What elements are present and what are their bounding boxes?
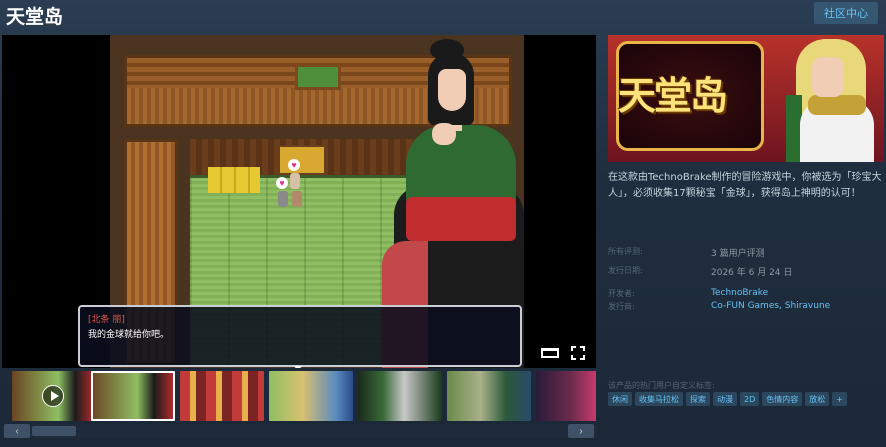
tag-collectathon[interactable]: 收集马拉松 [635, 392, 683, 406]
thumbnail[interactable] [358, 371, 442, 421]
capsule-image: 天堂岛 [608, 35, 884, 162]
scroll-thumb[interactable] [32, 426, 76, 436]
tag-casual[interactable]: 休闲 [608, 392, 632, 406]
dialog-text: 我的金球就给你吧。 [88, 330, 170, 340]
dialog-speaker: [北条 丽] [88, 315, 125, 325]
reviews-label: 所有评测: [608, 247, 643, 256]
developer-link[interactable]: TechnoBrake [711, 288, 768, 298]
main-screenshot[interactable]: ♥ ♥ [北条 丽] 我的金球就给你吧。 [2, 35, 596, 368]
community-hub-button[interactable]: 社区中心 [814, 2, 878, 24]
publisher-label: 发行商: [608, 302, 635, 311]
thumbnail-video[interactable] [12, 371, 96, 421]
thumbnail[interactable] [536, 371, 596, 421]
scroll-left-button[interactable]: ‹ [4, 424, 30, 438]
npc-sprite [290, 173, 300, 189]
publisher-link-1[interactable]: Co-FUN Games [711, 301, 779, 311]
tag-relaxing[interactable]: 放松 [805, 392, 830, 406]
scene-window [295, 64, 341, 90]
scene-alcove [278, 145, 326, 175]
heart-icon: ♥ [276, 177, 288, 189]
release-value: 2026 年 6 月 24 日 [711, 268, 793, 278]
capsule-character [786, 35, 884, 162]
npc-sprite [292, 191, 302, 207]
tag-anime[interactable]: 动漫 [713, 392, 737, 406]
windowed-mode-icon[interactable] [540, 346, 560, 360]
publisher-link-2[interactable]: Shiravune [785, 301, 830, 311]
play-icon [42, 385, 64, 407]
thumbnail-strip [2, 371, 596, 423]
thumbnail[interactable] [180, 371, 264, 421]
publisher-values: Co-FUN Games, Shiravune [711, 301, 830, 311]
heart-icon: ♥ [288, 159, 300, 171]
scene-folding-screen [208, 167, 260, 193]
tag-2d[interactable]: 2D [740, 392, 760, 406]
game-description: 在这款由TechnoBrake制作的冒险游戏中，你被选为「珍宝大人」，必须收集1… [608, 172, 882, 199]
page-title: 天堂岛 [6, 6, 64, 28]
tags-label: 该产品的热门用户自定义标签: [608, 381, 715, 390]
thumbnail-scrollbar[interactable]: ‹ › [2, 424, 596, 438]
tags-list: 休闲 收集马拉松 探索 动漫 2D 色情内容 放松 + [608, 392, 847, 406]
release-label: 发行日期: [608, 266, 643, 275]
thumbnail[interactable] [269, 371, 353, 421]
tag-exploration[interactable]: 探索 [686, 392, 710, 406]
scroll-right-button[interactable]: › [568, 424, 594, 438]
reviews-value[interactable]: 3 篇用户评测 [711, 246, 765, 259]
player-sprite [278, 191, 288, 207]
tag-more-button[interactable]: + [832, 392, 847, 406]
developer-label: 开发者: [608, 289, 635, 298]
thumbnail-selected[interactable] [91, 371, 175, 421]
tag-sexual-content[interactable]: 色情内容 [762, 392, 803, 406]
logo-title: 天堂岛 [618, 73, 728, 118]
fullscreen-icon[interactable] [570, 345, 586, 361]
dialog-continue-icon [294, 366, 302, 368]
thumbnail[interactable] [447, 371, 531, 421]
dialog-box: [北条 丽] 我的金球就给你吧。 [78, 305, 522, 368]
